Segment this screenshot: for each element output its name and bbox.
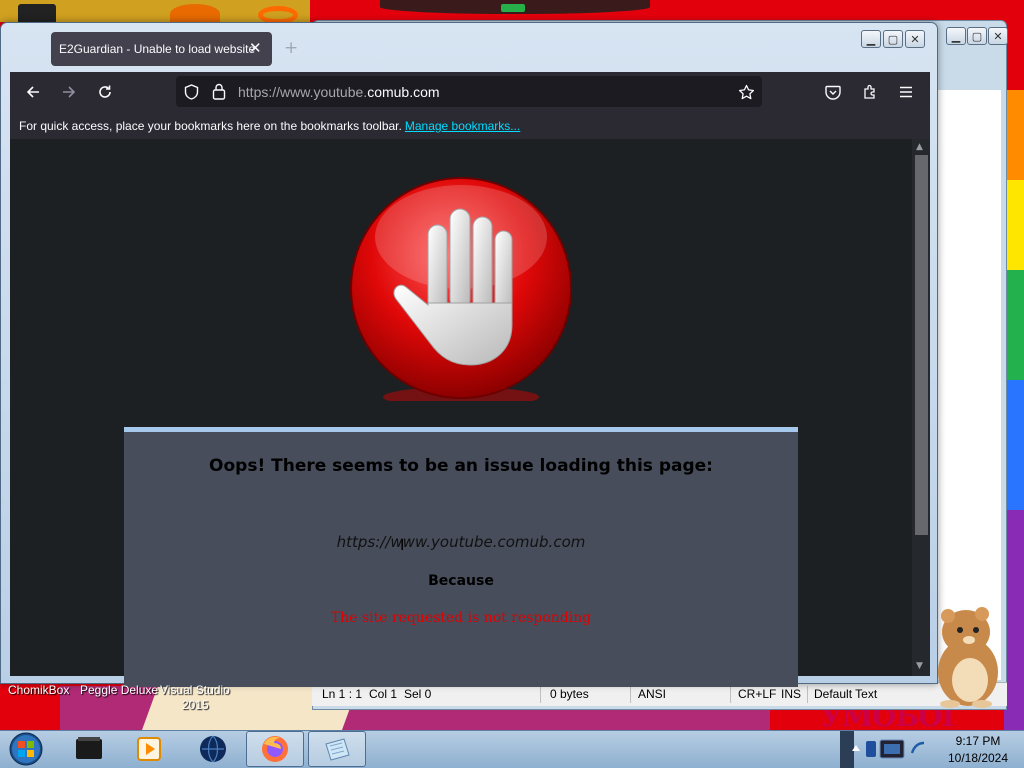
url-text: https://www.youtube.comub.com [238,84,440,100]
status-line: Ln 1 : 1 [322,687,363,701]
notepad-icon [325,738,350,761]
show-hidden-icons-icon [852,745,860,751]
status-mode: INS [781,687,802,701]
taskbar-globe[interactable] [184,731,242,767]
page-scrollbar[interactable]: ▲ ▼ [912,139,930,676]
clock-date: 10/18/2024 [947,751,1009,765]
url-host: comub.com [367,84,440,100]
desktop-icon-visual-studio-year: 2015 [182,698,209,712]
status-eol: CR+LF [738,687,777,701]
status-sel: Sel 0 [404,687,432,701]
start-button[interactable] [4,731,48,767]
status-size: 0 bytes [550,687,589,701]
taskbar-media-player[interactable] [120,731,178,767]
menu-icon[interactable] [896,82,916,102]
status-col: Col 1 [369,687,398,701]
close-button[interactable]: ✕ [988,27,1008,45]
tab-close-icon[interactable]: ✕ [249,39,262,57]
notepad-caption-buttons: ▁ ▢ ✕ [946,27,1008,45]
star-icon[interactable] [736,82,756,102]
volume-icon [910,741,925,754]
top-tray-icon [501,4,525,12]
hamster-mascot[interactable] [920,600,1010,710]
bookmarks-message: For quick access, place your bookmarks h… [19,119,520,133]
shield-icon[interactable] [182,83,200,101]
desktop-icon-peggle[interactable]: Peggle Deluxe [80,683,158,697]
media-player-icon [137,737,161,761]
minimize-button[interactable]: ▁ [861,30,881,48]
status-style: Default Text [814,687,878,701]
manage-bookmarks-link[interactable]: Manage bookmarks... [405,119,520,133]
lock-icon[interactable] [210,82,228,100]
maximize-button[interactable]: ▢ [967,27,987,45]
firefox-icon [262,736,288,762]
app-dark-icon [76,737,102,759]
url-prefix: https://www.youtube. [238,84,368,100]
block-title: Oops! There seems to be an issue loading… [209,456,713,476]
notepad-text-area[interactable] [935,90,1001,680]
forward-icon[interactable] [58,82,80,102]
minimize-button[interactable]: ▁ [946,27,966,45]
taskbar-app-dark[interactable] [60,731,118,767]
pocket-icon[interactable] [823,82,843,102]
taskbar-clock[interactable]: 9:17 PM 10/18/2024 [938,731,1018,767]
bookmarks-hint: For quick access, place your bookmarks h… [19,119,402,133]
blocked-url: https://www.youtube.comub.com [336,533,586,551]
scroll-up-icon[interactable]: ▲ [916,142,923,152]
tray-app-icon [866,741,876,757]
taskbar-firefox[interactable] [246,731,304,767]
firefox-caption-buttons: ▁ ▢ ✕ [861,30,925,48]
tab-e2guardian[interactable]: E2Guardian - Unable to load website ✕ [51,32,272,66]
because-label: Because [428,573,494,589]
reload-icon[interactable] [94,82,116,102]
url-bar[interactable]: https://www.youtube.comub.com [176,76,762,107]
text-cursor-icon: I [400,536,405,554]
desktop-icon-visual-studio[interactable]: Visual Studio [160,683,230,697]
block-reason: The site requested is not responding [330,610,592,626]
block-message-box: Oops! There seems to be an issue loading… [124,427,798,687]
globe-icon [200,735,226,763]
desktop-icon-chomikbox[interactable]: ChomikBox [8,683,69,697]
stop-hand-icon [350,177,572,401]
system-tray[interactable] [850,735,930,763]
status-encoding: ANSI [638,687,667,701]
new-tab-button[interactable]: + [284,38,298,58]
maximize-button[interactable]: ▢ [883,30,903,48]
scroll-thumb[interactable] [915,155,928,535]
taskbar-notepad[interactable] [308,731,366,767]
clock-time: 9:17 PM [955,734,1001,748]
tab-title: E2Guardian - Unable to load website [59,42,256,56]
bookmarks-toolbar: For quick access, place your bookmarks h… [10,112,930,139]
extensions-icon[interactable] [860,82,880,102]
close-button[interactable]: ✕ [905,30,925,48]
back-icon[interactable] [22,82,44,102]
